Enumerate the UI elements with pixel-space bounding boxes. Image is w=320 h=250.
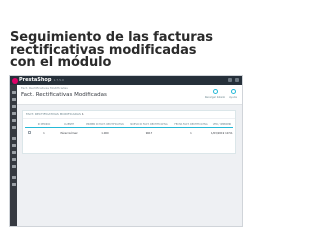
sidebar-international-icon[interactable] [11, 165, 16, 168]
new-credit-id-cell: 9617 [145, 131, 153, 135]
top-bar: PrestaShop 1.7.5.0 [10, 76, 242, 85]
logo[interactable]: PrestaShop 1.7.5.0 [12, 77, 64, 84]
panel-title: Fact. Rectificativas Modificadas [26, 112, 81, 116]
row-select-cell[interactable] [25, 128, 33, 139]
panel-heading: Fact. Rectificativas Modificadas 1 [23, 111, 235, 119]
credit-number-cell: 1 [190, 131, 192, 135]
sidebar-orders-icon[interactable] [11, 98, 16, 101]
sidebar-service-icon[interactable] [11, 119, 16, 122]
notifications-icon[interactable] [228, 78, 232, 82]
sidebar [10, 85, 17, 226]
page-title: Fact. Rectificativas Modificadas [21, 92, 107, 98]
breadcrumb[interactable]: Fact. Rectificativas Modificadas [21, 86, 68, 90]
reload-list-label: Recargar listado [204, 96, 226, 99]
sidebar-stats-icon[interactable] [11, 126, 16, 129]
order-id-cell: 1 [43, 131, 45, 135]
first-credit-id-cell: 1.000 [101, 131, 109, 135]
refresh-icon [212, 89, 218, 94]
version-label: 1.7.5.0 [53, 78, 64, 82]
sidebar-catalog-icon[interactable] [11, 105, 16, 108]
headline: Seguimiento de las facturas rectificativ… [10, 31, 246, 70]
prestashop-logo-icon [12, 77, 18, 84]
logo-text: PrestaShop [19, 77, 52, 83]
page-header: Fact. Rectificativas Modificadas Fact. R… [17, 85, 242, 105]
row-checkbox[interactable] [27, 131, 31, 134]
help-button[interactable]: Ayuda [226, 88, 240, 102]
sidebar-modules-icon[interactable] [11, 137, 16, 140]
sidebar-customers-icon[interactable] [11, 112, 16, 115]
table-row[interactable]: 1 Pérez Gómez 1.000 9617 1 1/03/2019 10:… [25, 128, 233, 139]
help-icon [230, 89, 236, 94]
sidebar-design-icon[interactable] [11, 144, 16, 147]
sidebar-params-icon[interactable] [11, 176, 16, 179]
customer-cell: Pérez Gómez [60, 131, 78, 135]
user-icon[interactable] [235, 78, 239, 82]
admin-screenshot: PrestaShop 1.7.5.0 Fact. Rectificativas … [10, 76, 242, 226]
sidebar-payment-icon[interactable] [11, 158, 16, 161]
headline-line-3: con el módulo [10, 55, 112, 70]
invoices-table: ID PEDIDO CLIENTE PRIMER ID FACT. RECTIF… [25, 122, 233, 138]
list-panel: Fact. Rectificativas Modificadas 1 ID PE… [22, 110, 236, 154]
sidebar-dashboard-icon[interactable] [11, 91, 16, 94]
help-label: Ayuda [229, 96, 237, 99]
top-bar-actions [228, 78, 239, 82]
sidebar-shipping-icon[interactable] [11, 151, 16, 154]
reload-list-button[interactable]: Recargar listado [204, 88, 226, 102]
sidebar-advanced-icon[interactable] [11, 183, 16, 186]
panel-count: 1 [81, 112, 84, 116]
credit-date-cell: 1/03/2019 10:51:12 [211, 131, 233, 135]
